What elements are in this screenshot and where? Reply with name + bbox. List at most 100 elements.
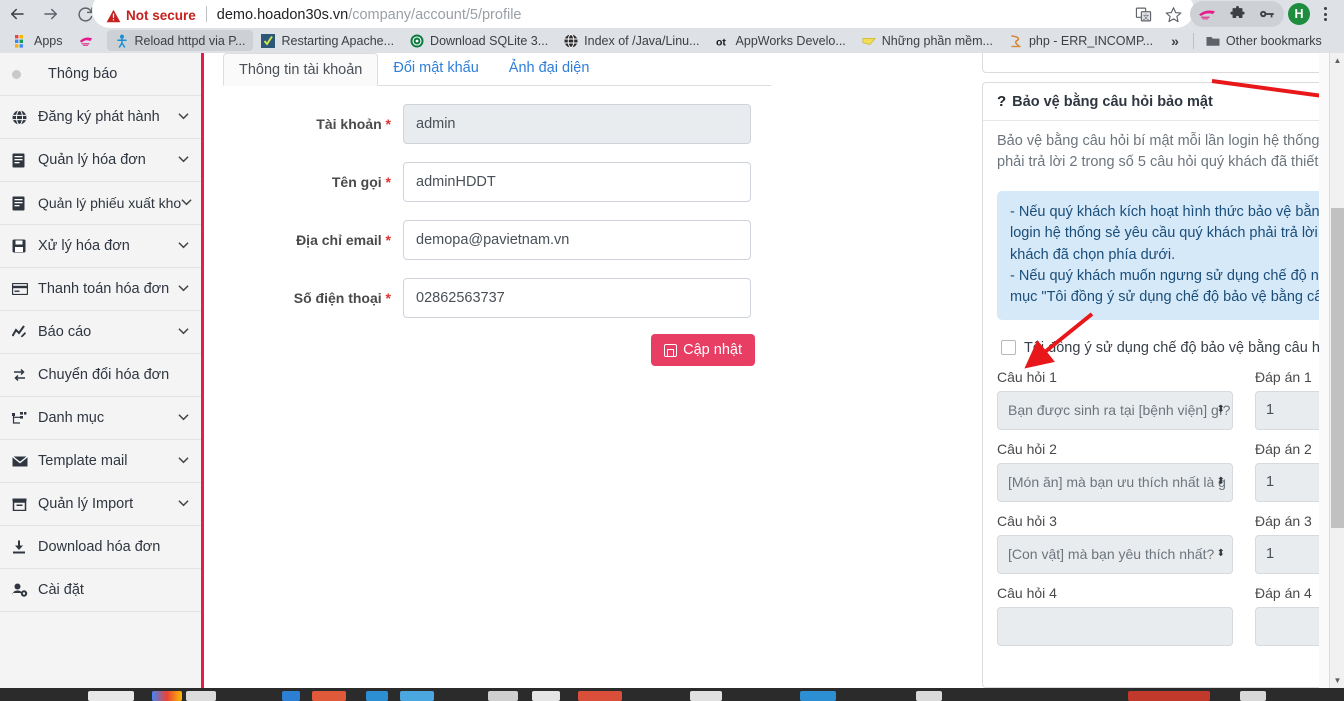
sidebar-item-download-hoa-don[interactable]: Download hóa đơn — [0, 526, 201, 569]
info-line-2: - Nếu quý khách muốn ngưng sử dụng chế đ… — [1010, 267, 1344, 306]
scroll-up-arrow[interactable]: ▲ — [1330, 53, 1344, 68]
bookmark-label: Index of /Java/Linu... — [584, 33, 700, 48]
key-extension-icon[interactable] — [1252, 0, 1282, 28]
question-select-1[interactable]: Bạn được sinh ra tại [bệnh viện] gì? ⬍ — [997, 390, 1233, 430]
question-select-value-3: [Con vật] mà bạn yêu thích nhất? — [1008, 546, 1215, 563]
taskbar-item[interactable] — [916, 691, 942, 701]
sidebar-item-quan-ly-import[interactable]: Quản lý Import — [0, 483, 201, 526]
scroll-down-arrow[interactable]: ▼ — [1330, 673, 1344, 688]
taskbar-item[interactable] — [366, 691, 388, 701]
bookmark-index-of-java[interactable]: Index of /Java/Linu... — [556, 30, 707, 51]
taskbar-item[interactable] — [1240, 691, 1266, 701]
forward-button[interactable] — [34, 0, 68, 28]
sidebar-item-dang-ky-phat-hanh[interactable]: Đăng ký phát hành — [0, 96, 201, 139]
translate-icon[interactable]: 文 — [1128, 0, 1158, 28]
taskbar-item[interactable] — [1128, 691, 1210, 701]
bookmark-other-bookmarks[interactable]: Other bookmarks — [1198, 30, 1330, 51]
bookmark-download-sqlite[interactable]: Download SQLite 3... — [402, 30, 556, 51]
agree-checkbox[interactable] — [1001, 340, 1016, 356]
security-card-title: ? Bảo vệ bằng câu hỏi bảo mật — [997, 93, 1213, 110]
sidebar-item-cai-dat[interactable]: Cài đặt — [0, 569, 201, 612]
question-col-4: Câu hỏi 4 — [997, 585, 1233, 646]
person-icon — [116, 34, 127, 48]
bookmark-reload-httpd[interactable]: Reload httpd via P... — [106, 30, 254, 51]
pink-extension-icon[interactable] — [1192, 0, 1222, 28]
page-scrollbar[interactable]: ▲ ▼ — [1329, 53, 1344, 688]
field-label-so-dien-thoai: Số điện thoại * — [293, 290, 391, 306]
chevron-updown-icon: ⬍ — [1216, 548, 1225, 560]
taskbar-item[interactable] — [186, 691, 216, 701]
php-icon — [1011, 34, 1021, 47]
omnibox-divider — [205, 6, 207, 22]
taskbar-item[interactable] — [152, 691, 182, 701]
chevron-down-icon — [178, 413, 189, 424]
tab-thong-tin-tai-khoan[interactable]: Thông tin tài khoản — [223, 53, 379, 86]
apps-grid-icon — [15, 34, 23, 48]
puzzle-extension-icon[interactable] — [1222, 0, 1252, 28]
sidebar-item-label: Download hóa đơn — [38, 539, 161, 555]
bookmark-star-icon[interactable] — [1158, 0, 1188, 28]
email-input[interactable] — [403, 220, 751, 260]
phone-input[interactable] — [403, 278, 751, 318]
scrollbar-thumb[interactable] — [1331, 208, 1344, 528]
agree-checkbox-row[interactable]: Tôi đồng ý sử dụng chế độ bảo vệ bằng câ… — [1001, 340, 1344, 356]
question-select-3[interactable]: [Con vật] mà bạn yêu thích nhất? ⬍ — [997, 534, 1233, 574]
url-host: demo.hoadon30s.vn — [216, 7, 349, 23]
sidebar-item-quan-ly-hoa-don[interactable]: Quản lý hóa đơn — [0, 139, 201, 182]
bookmark-appworks[interactable]: ot AppWorks Develo... — [708, 30, 854, 51]
globe-icon — [564, 33, 578, 48]
taskbar-item[interactable] — [282, 691, 300, 701]
bookmark-php-err[interactable]: php - ERR_INCOMP... — [1001, 30, 1161, 51]
save-disk-icon — [12, 239, 34, 253]
taskbar-item[interactable] — [800, 691, 836, 701]
taskbar-item[interactable] — [690, 691, 722, 701]
ten-goi-input[interactable] — [403, 162, 751, 202]
address-bar[interactable]: Not secure demo.hoadon30s.vn/company/acc… — [92, 0, 1194, 28]
bookmarks-overflow-button[interactable]: » — [1161, 33, 1189, 49]
tab-anh-dai-dien[interactable]: Ảnh đại diện — [494, 53, 605, 85]
bookmark-pink-logo[interactable] — [71, 30, 107, 51]
sidebar-item-quan-ly-phieu-xuat-kho[interactable]: Quản lý phiếu xuất kho — [0, 182, 201, 225]
sidebar-item-chuyen-doi-hoa-don[interactable]: Chuyển đổi hóa đơn — [0, 354, 201, 397]
field-label-tai-khoan: Tài khoản * — [316, 116, 391, 132]
tab-doi-mat-khau[interactable]: Đổi mật khẩu — [378, 53, 493, 85]
field-row-so-dien-thoai: Số điện thoại * — [223, 278, 771, 318]
security-indicator[interactable]: Not secure — [106, 8, 196, 23]
update-button[interactable]: Cập nhật — [651, 334, 755, 366]
report-chart-icon — [12, 325, 34, 339]
main-content: Thông tin tài khoản Đổi mật khẩu Ảnh đại… — [207, 53, 1344, 688]
inner-scrollbar-track[interactable] — [1319, 53, 1329, 688]
user-gear-icon — [12, 583, 34, 597]
bookmark-nhung-phan-mem[interactable]: Những phần mềm... — [854, 30, 1001, 51]
security-question-card: ? Bảo vệ bằng câu hỏi bảo mật Chưa kích … — [982, 82, 1344, 688]
bookmark-label: Reload httpd via P... — [134, 33, 246, 48]
card-icon — [12, 283, 34, 295]
sidebar-item-thanh-toan-hoa-don[interactable]: Thanh toán hóa đơn — [0, 268, 201, 311]
taskbar-item[interactable] — [488, 691, 518, 701]
sidebar-item-danh-muc[interactable]: Danh mục — [0, 397, 201, 440]
tai-khoan-input[interactable] — [403, 104, 751, 144]
taskbar-item[interactable] — [312, 691, 346, 701]
taskbar-item[interactable] — [578, 691, 622, 701]
question-select-4[interactable] — [997, 606, 1233, 646]
bookmark-apps[interactable]: Apps — [6, 30, 71, 51]
bookmark-label: Download SQLite 3... — [430, 33, 549, 48]
browser-toolbar: Not secure demo.hoadon30s.vn/company/acc… — [0, 0, 1344, 28]
sidebar-item-bao-cao[interactable]: Báo cáo — [0, 311, 201, 354]
taskbar-item[interactable] — [400, 691, 434, 701]
sidebar-item-thong-bao[interactable]: Thông báo — [0, 53, 201, 96]
taskbar-item[interactable] — [88, 691, 134, 701]
bookmark-restarting-apache[interactable]: Restarting Apache... — [253, 30, 402, 51]
back-button[interactable] — [0, 0, 34, 28]
envelope-icon — [12, 455, 34, 467]
question-col-2: Câu hỏi 2 [Món ăn] mà bạn ưu thích nhất … — [997, 441, 1233, 502]
sidebar-item-template-mail[interactable]: Template mail — [0, 440, 201, 483]
os-taskbar — [0, 688, 1344, 701]
invoice-icon — [12, 153, 34, 168]
browser-menu-button[interactable] — [1314, 0, 1336, 28]
question-select-2[interactable]: [Món ăn] mà bạn ưu thích nhất là g ⬍ — [997, 462, 1233, 502]
sidebar-item-xu-ly-hoa-don[interactable]: Xử lý hóa đơn — [0, 225, 201, 268]
profile-avatar[interactable]: H — [1288, 3, 1310, 25]
chevron-down-icon — [181, 198, 192, 209]
taskbar-item[interactable] — [532, 691, 560, 701]
